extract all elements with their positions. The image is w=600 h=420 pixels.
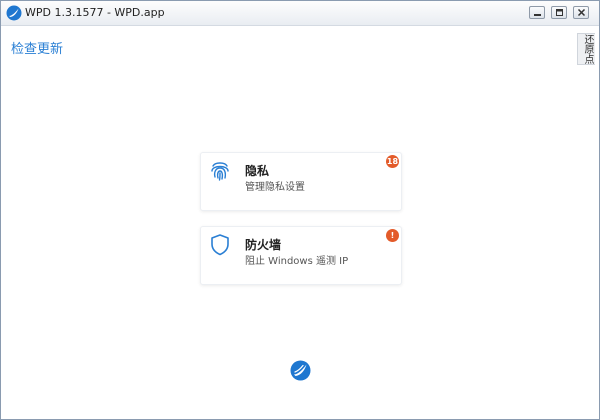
app-window: WPD 1.3.1577 - WPD.app 检查更新 还原点 隐私 管理隐私设… (0, 0, 600, 420)
shield-icon (211, 234, 229, 256)
card-subtitle: 管理隐私设置 (245, 182, 305, 193)
fingerprint-icon (211, 162, 229, 181)
firewall-card[interactable]: 防火墙 阻止 Windows 遥测 IP ! (200, 226, 402, 285)
card-title: 隐私 (245, 164, 270, 178)
privacy-card[interactable]: 隐私 管理隐私设置 18 (200, 152, 402, 211)
maximize-button[interactable] (551, 6, 567, 19)
maximize-icon (556, 9, 563, 16)
card-title: 防火墙 (245, 238, 282, 252)
title-bar: WPD 1.3.1577 - WPD.app (1, 1, 599, 26)
minimize-icon (534, 14, 541, 16)
card-subtitle: 阻止 Windows 遥测 IP (245, 256, 349, 267)
close-button[interactable] (573, 6, 589, 19)
notification-badge: 18 (386, 155, 399, 168)
minimize-button[interactable] (529, 6, 545, 19)
window-title: WPD 1.3.1577 - WPD.app (25, 6, 165, 19)
app-logo-icon (6, 5, 22, 21)
close-icon (577, 9, 586, 17)
warning-badge: ! (386, 229, 399, 242)
app-logo-icon[interactable] (290, 360, 311, 381)
restore-points-tab[interactable]: 还原点 (577, 33, 595, 65)
check-update-link[interactable]: 检查更新 (11, 38, 63, 57)
